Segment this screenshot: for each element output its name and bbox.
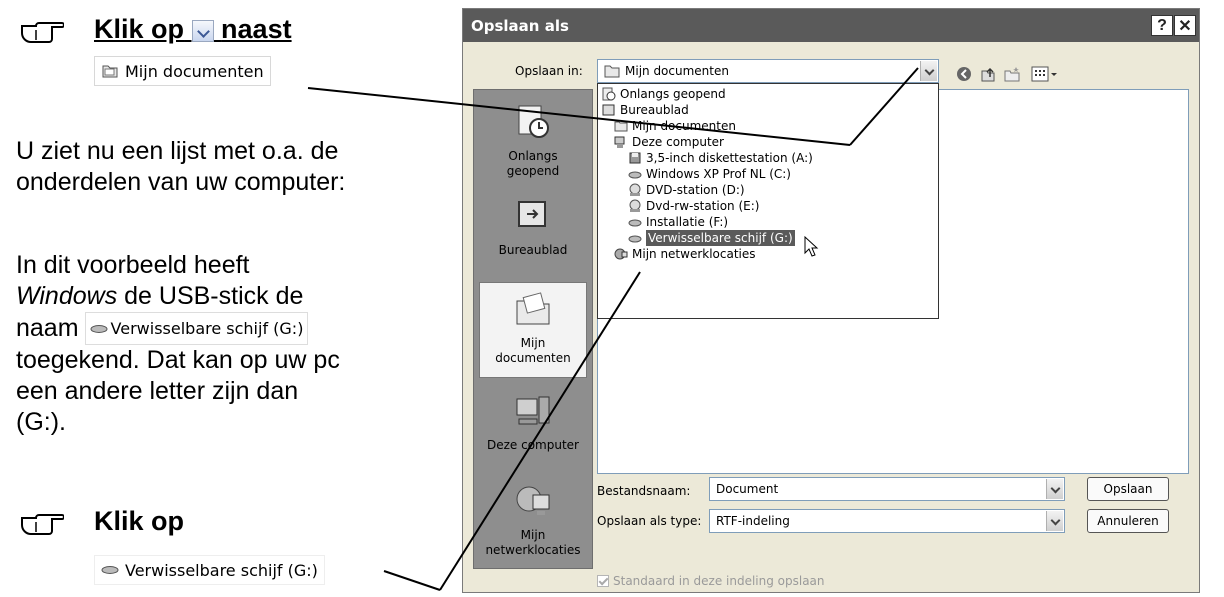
filetype-label: Opslaan als type: — [597, 514, 702, 528]
places-bar: Onlangs geopend Bureaublad Mijn documenten… — [473, 89, 593, 569]
chevron-down-icon[interactable] — [920, 61, 937, 81]
save-button[interactable]: Opslaan — [1087, 477, 1169, 501]
network-icon — [516, 486, 550, 515]
paragraph-1: U ziet nu een lijst met o.a. de onderdel… — [16, 137, 346, 196]
place-network[interactable]: Mijn netwerklocaties — [474, 475, 592, 558]
desktop-icon — [518, 201, 546, 227]
close-button[interactable]: ✕ — [1174, 15, 1196, 36]
filename-input[interactable]: Document — [709, 477, 1065, 501]
network-icon — [614, 248, 628, 260]
folder-icon — [102, 65, 118, 78]
folder-icon — [614, 121, 628, 132]
list-item[interactable]: Windows XP Prof NL (C:) — [628, 166, 791, 182]
checkbox-icon[interactable] — [597, 575, 609, 587]
cancel-button[interactable]: Annuleren — [1087, 509, 1169, 533]
back-icon[interactable] — [955, 65, 973, 83]
chevron-down-icon[interactable] — [1046, 511, 1063, 531]
usb-drive-chip: Verwisselbare schijf (G:) — [94, 555, 325, 585]
list-item[interactable]: 3,5-inch diskettestation (A:) — [628, 150, 813, 166]
dialog-title: Opslaan als — [471, 16, 569, 35]
list-item[interactable]: Dvd-rw-station (E:) — [628, 198, 759, 214]
filename-label: Bestandsnaam: — [597, 484, 691, 498]
step1-title: Klik op naast — [94, 14, 292, 44]
place-recent[interactable]: Onlangs geopend — [474, 96, 592, 179]
computer-icon — [516, 396, 550, 425]
mouse-cursor-icon — [804, 236, 819, 257]
new-folder-icon[interactable] — [1003, 65, 1021, 83]
dvd-icon — [629, 183, 641, 196]
list-item[interactable]: Installatie (F:) — [628, 214, 728, 230]
help-button[interactable]: ? — [1151, 15, 1173, 36]
recent-icon — [602, 87, 616, 101]
usb-drive-icon — [90, 324, 108, 333]
list-item[interactable]: DVD-station (D:) — [628, 182, 745, 198]
save-in-label: Opslaan in: — [515, 64, 583, 78]
connector-line — [383, 570, 441, 591]
list-item-selected[interactable]: Verwisselbare schijf (G:) — [628, 230, 795, 246]
pointing-hand-icon — [21, 514, 64, 535]
dropdown-button-icon — [191, 19, 214, 42]
usb-drive-icon — [628, 235, 642, 243]
drive-icon — [628, 171, 642, 179]
list-item[interactable]: Bureaublad — [602, 102, 689, 118]
dvd-icon — [629, 199, 641, 212]
save-as-dialog: Opslaan als ? ✕ Opslaan in: Mijn documen… — [462, 8, 1200, 593]
list-item[interactable]: Deze computer — [614, 134, 724, 150]
list-item[interactable]: Onlangs geopend — [602, 86, 726, 102]
usb-drive-icon — [101, 566, 119, 574]
list-item[interactable]: Mijn documenten — [614, 118, 736, 134]
my-documents-chip: Mijn documenten — [94, 56, 271, 86]
place-my-computer[interactable]: Deze computer — [474, 385, 592, 453]
place-desktop[interactable]: Bureaublad — [474, 190, 592, 258]
dialog-titlebar: Opslaan als — [463, 9, 1199, 42]
my-documents-icon — [516, 292, 550, 325]
default-format-checkbox[interactable]: Standaard in deze indeling opslaan — [597, 574, 825, 588]
list-item[interactable]: Mijn netwerklocaties — [614, 246, 756, 262]
desktop-icon — [602, 104, 615, 116]
save-in-combo[interactable]: Mijn documenten — [597, 59, 939, 83]
pointing-hand-icon — [21, 22, 64, 43]
floppy-icon — [629, 152, 641, 164]
paragraph-2: In dit voorbeeld heeft Windows de USB-st… — [16, 251, 340, 436]
usb-drive-chip: Verwisselbare schijf (G:) — [84, 312, 309, 345]
drive-icon — [628, 219, 642, 227]
filetype-select[interactable]: RTF-indeling — [709, 509, 1065, 533]
chevron-down-icon[interactable] — [1046, 479, 1063, 499]
place-my-documents[interactable]: Mijn documenten — [479, 282, 587, 378]
up-folder-icon[interactable] — [979, 65, 997, 83]
recent-icon — [518, 105, 549, 138]
view-menu-icon[interactable] — [1031, 65, 1059, 83]
step2-title: Klik op — [94, 506, 185, 536]
computer-icon — [614, 136, 625, 148]
folder-icon — [604, 65, 620, 78]
save-in-dropdown-list[interactable]: Onlangs geopend Bureaublad Mijn document… — [597, 83, 939, 319]
